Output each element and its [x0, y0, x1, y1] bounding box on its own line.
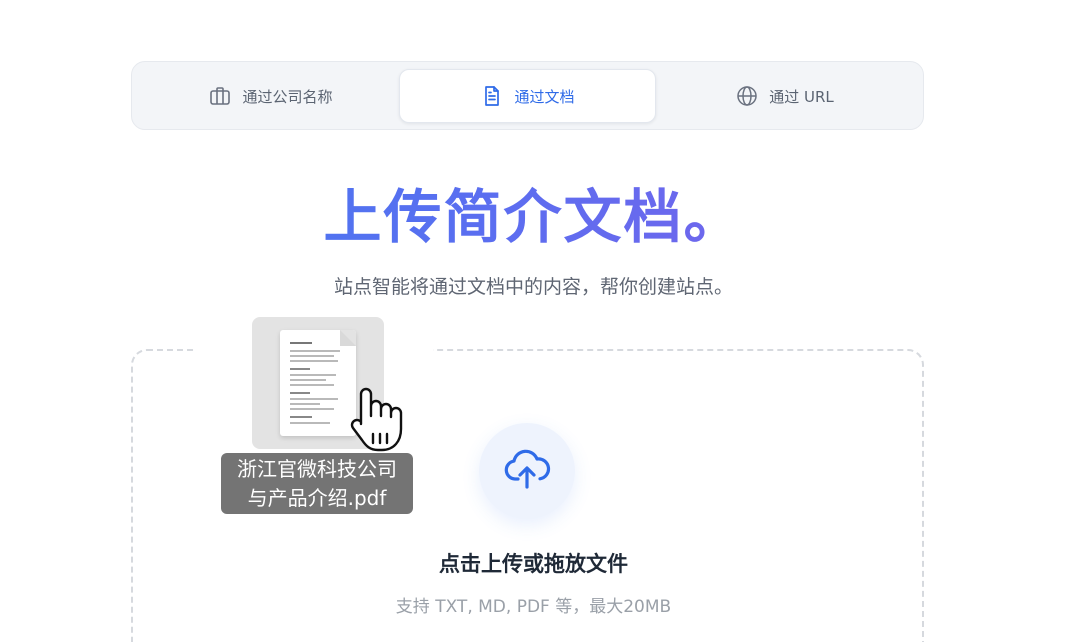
dragged-file-name: 浙江官微科技公司 与产品介绍.pdf	[221, 453, 413, 514]
tab-label: 通过 URL	[769, 87, 834, 106]
upload-title: 点击上传或拖放文件	[439, 552, 628, 576]
page: 通过公司名称 通过文档 通过 URL 上传简介文档。 站点智能将通过文档中的内容…	[0, 0, 1067, 642]
tab-document[interactable]: 通过文档	[399, 69, 656, 123]
globe-icon	[735, 84, 759, 108]
file-name-line: 与产品介绍.pdf	[247, 486, 387, 510]
page-title: 上传简介文档。	[0, 170, 1067, 254]
upload-method-tabs: 通过公司名称 通过文档 通过 URL	[131, 61, 924, 130]
briefcase-icon	[208, 84, 232, 108]
document-icon	[480, 84, 504, 108]
upload-hint: 支持 TXT, MD, PDF 等，最大20MB	[395, 597, 672, 617]
page-subtitle: 站点智能将通过文档中的内容，帮你创建站点。	[333, 276, 733, 298]
tab-company-name[interactable]: 通过公司名称	[142, 69, 399, 123]
cloud-upload-icon	[501, 443, 553, 499]
upload-button[interactable]	[479, 423, 575, 519]
pointer-hand-icon	[345, 384, 407, 454]
file-name-line: 浙江官微科技公司	[237, 457, 397, 481]
tab-label: 通过公司名称	[242, 87, 333, 106]
tab-label: 通过文档	[514, 87, 575, 106]
tab-url[interactable]: 通过 URL	[656, 69, 913, 123]
